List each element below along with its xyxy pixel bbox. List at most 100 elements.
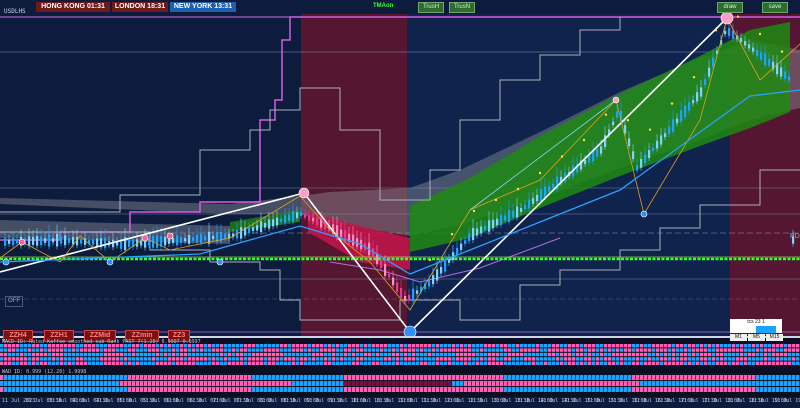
indicator-cell — [324, 357, 328, 361]
candle-body — [92, 239, 95, 245]
trusn-button[interactable]: TrusN — [449, 2, 475, 13]
indicator-cell — [260, 387, 264, 392]
indicator-cell — [648, 348, 652, 352]
tf-m15-button[interactable]: M15 — [766, 334, 783, 341]
indicator-cell — [124, 348, 128, 352]
indicator-cell — [384, 387, 388, 392]
indicator-cell — [384, 381, 388, 386]
chart-window[interactable]: USDLHS HONG KONG 01:31 LONDON 18:31 NEW … — [0, 0, 800, 408]
indicator-cell — [716, 381, 720, 386]
indicator-cell — [484, 352, 488, 357]
indicator-cell — [344, 344, 348, 348]
indicator-cell — [352, 344, 356, 348]
indicator-cell — [756, 375, 760, 380]
indicator-cell — [540, 381, 544, 386]
indicator-cell — [176, 361, 180, 365]
indicator-cell — [512, 344, 516, 348]
indicator-cell — [664, 344, 668, 348]
indicator-cell — [600, 352, 604, 357]
indicator-cell — [440, 348, 444, 352]
indicator-cell — [672, 357, 676, 361]
tf-m5-button[interactable]: M5 — [748, 334, 765, 341]
save-button[interactable]: save — [762, 2, 788, 13]
candle-body — [60, 236, 63, 244]
indicator-cell — [76, 352, 80, 357]
indicator-cell — [328, 375, 332, 380]
indicator-cell — [488, 357, 492, 361]
indicator-cell — [576, 375, 580, 380]
trush-button[interactable]: TrusH — [418, 2, 444, 13]
indicator-cell — [404, 344, 408, 348]
indicator-cell — [776, 375, 780, 380]
indicator-cell — [240, 387, 244, 392]
indicator-cell — [544, 375, 548, 380]
indicator-cell — [92, 361, 96, 365]
off-button[interactable]: OFF — [5, 296, 23, 307]
indicator-cell — [784, 387, 788, 392]
indicator-cell — [756, 348, 760, 352]
indicator-cell — [296, 352, 300, 357]
indicator-cell — [324, 352, 328, 357]
indicator-cell — [700, 357, 704, 361]
indicator-cell — [488, 352, 492, 357]
indicator-cell — [104, 352, 108, 357]
indicator-cell — [196, 352, 200, 357]
indicator-cell — [720, 352, 724, 357]
indicator-cell — [700, 344, 704, 348]
indicator-cell — [432, 344, 436, 348]
indicator-cell — [92, 381, 96, 386]
indicator-cell — [520, 344, 524, 348]
candle-body — [712, 57, 715, 68]
candle-body — [628, 138, 631, 147]
indicator-cell — [40, 375, 44, 380]
indicator-cell — [448, 348, 452, 352]
price-chart[interactable] — [0, 0, 800, 408]
indicator-cell — [704, 381, 708, 386]
indicator-cell — [256, 375, 260, 380]
indicator-cell — [784, 381, 788, 386]
indicator-cell — [128, 381, 132, 386]
candle-body — [436, 269, 439, 281]
indicator-cell — [272, 361, 276, 365]
indicator-cell — [484, 344, 488, 348]
indicator-cell — [184, 381, 188, 386]
indicator-cell — [440, 344, 444, 348]
indicator-cell — [204, 387, 208, 392]
indicator-cell — [540, 375, 544, 380]
indicator-cell — [284, 387, 288, 392]
indicator-cell — [24, 357, 28, 361]
draw-button[interactable]: draw — [717, 2, 743, 13]
candle-body — [464, 240, 467, 244]
indicator-cell — [300, 348, 304, 352]
indicator-cell — [696, 344, 700, 348]
indicator-cell — [164, 361, 168, 365]
indicator-cell — [76, 361, 80, 365]
indicator-cell — [588, 344, 592, 348]
indicator-cell — [20, 387, 24, 392]
indicator-cell — [792, 348, 796, 352]
indicator-cell — [544, 357, 548, 361]
indicator-cell — [632, 352, 636, 357]
indicator-cell — [16, 352, 20, 357]
indicator-cell — [328, 348, 332, 352]
indicator-cell — [8, 352, 12, 357]
indicator-cell — [248, 381, 252, 386]
indicator-cell — [712, 381, 716, 386]
indicator-cell — [80, 375, 84, 380]
indicator-cell — [452, 387, 456, 392]
indicator-cell — [312, 375, 316, 380]
indicator-cell — [524, 375, 528, 380]
indicator-cell — [420, 348, 424, 352]
indicator-cell — [372, 344, 376, 348]
candle-body — [392, 277, 395, 286]
indicator-cell — [668, 352, 672, 357]
indicator-cell — [392, 375, 396, 380]
tma-button[interactable]: TMAon — [373, 2, 393, 11]
indicator-cell — [204, 357, 208, 361]
indicator-cell — [640, 381, 644, 386]
indicator-cell — [32, 361, 36, 365]
indicator-cell — [396, 348, 400, 352]
indicator-cell — [372, 375, 376, 380]
tf-m1-button[interactable]: M1 — [730, 334, 747, 341]
indicator-cell — [392, 361, 396, 365]
